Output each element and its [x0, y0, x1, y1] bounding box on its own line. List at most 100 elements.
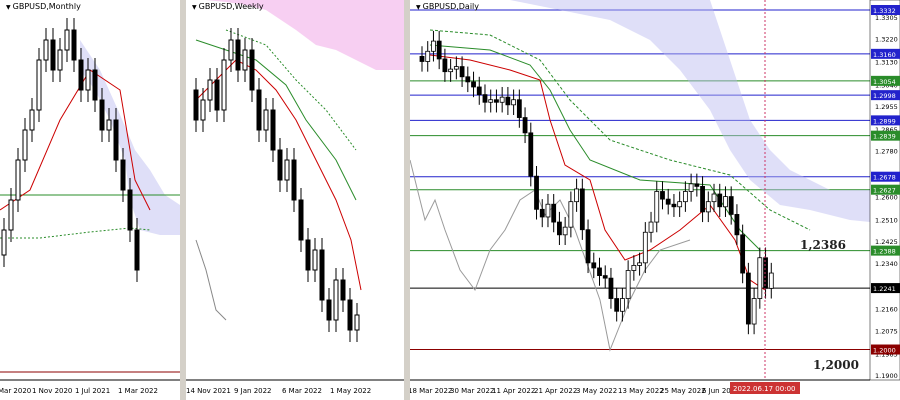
level-price-label: 1.2627 — [873, 187, 896, 195]
level-price-label: 1.2241 — [873, 285, 896, 293]
candle-body — [43, 39, 49, 61]
candle-body — [249, 49, 255, 91]
price-tick-label: 1.1900 — [875, 372, 898, 380]
candle-body — [22, 129, 28, 161]
candle-body — [442, 58, 448, 73]
candle-body — [505, 96, 511, 106]
candle-body — [8, 199, 14, 231]
level-price-label: 1.2899 — [873, 117, 896, 125]
candle-body — [620, 298, 625, 312]
candle-body — [214, 79, 220, 111]
level-price-label: 1.2678 — [873, 174, 896, 182]
candle-body — [92, 69, 98, 101]
candle-body — [284, 159, 290, 181]
candle-body — [448, 68, 454, 73]
candle-body — [545, 203, 551, 218]
daily-cloud — [510, 0, 900, 225]
candle-body — [340, 279, 346, 301]
candle-body — [298, 199, 304, 241]
daily-chart: 1.33051.32201.31301.30401.29551.28651.27… — [410, 0, 900, 395]
candle-body — [694, 183, 700, 187]
candle-body — [291, 159, 297, 201]
candle-body — [200, 99, 206, 121]
candle-body — [242, 49, 248, 71]
price-tick-label: 1.3305 — [875, 14, 898, 22]
price-tick-label: 1.2955 — [875, 103, 898, 111]
candle-body — [740, 234, 746, 274]
level-price-label: 1.2839 — [873, 133, 896, 141]
weekly-candles — [193, 28, 360, 342]
candle-body — [50, 39, 56, 71]
candle-body — [354, 314, 360, 331]
level-price-label: 1.3054 — [873, 78, 896, 86]
candle-body — [459, 66, 465, 78]
candle-body — [734, 214, 740, 236]
candle-body — [637, 262, 642, 266]
candle-body — [78, 59, 84, 91]
level-price-label: 1.3160 — [873, 51, 896, 59]
weekly-chart-panel[interactable]: 14 Nov 2021 9 Jan 2022 6 Mar 2022 1 May … — [186, 0, 404, 400]
candle-body — [471, 81, 476, 88]
candle-body — [745, 272, 751, 325]
panel-title: ▼ GBPUSD,Monthly — [6, 2, 81, 11]
candle-body — [29, 109, 35, 131]
weekly-kijun — [195, 39, 357, 201]
candle-body — [228, 39, 234, 61]
daily-x-labels: 18 Mar 202230 Mar 202211 Apr 202221 Apr … — [410, 387, 740, 395]
x-tick-label: 18 Mar 2022 — [410, 387, 452, 395]
x-tick-label: 25 May 2022 — [660, 387, 706, 395]
candle-body — [221, 59, 227, 111]
candle-body — [608, 277, 614, 299]
x-tick-label: 14 Nov 2021 — [186, 387, 231, 395]
candle-body — [263, 109, 269, 131]
x-tick-label: 13 May 2022 — [618, 387, 664, 395]
price-tick-label: 1.3130 — [875, 58, 898, 66]
candle-body — [99, 99, 105, 131]
monthly-chart-panel[interactable]: Mar 2020 1 Nov 2020 1 Jul 2021 1 Mar 202… — [0, 0, 180, 400]
candle-body — [534, 175, 539, 210]
candle-body — [688, 183, 694, 192]
candle-body — [654, 191, 660, 223]
daily-chart-panel[interactable]: 1.33051.32201.31301.30401.29551.28651.27… — [410, 0, 900, 400]
dropdown-triangle-icon: ▼ — [6, 4, 11, 11]
candle-body — [682, 191, 688, 203]
candle-body — [728, 196, 734, 215]
candle-body — [516, 99, 522, 118]
x-tick-label: 21 Apr 2022 — [534, 387, 577, 395]
candle-body — [134, 229, 140, 271]
weekly-chart: 14 Nov 2021 9 Jan 2022 6 Mar 2022 1 May … — [186, 0, 404, 395]
candle-body — [425, 50, 431, 62]
candle-body — [551, 203, 557, 223]
candle-body — [436, 40, 442, 60]
price-tick-label: 1.2075 — [875, 327, 898, 335]
candle-body — [522, 117, 528, 134]
candle-body — [539, 208, 545, 218]
x-tick-label: 9 Jan 2022 — [234, 387, 272, 395]
panel-title: ▼ GBPUSD,Daily — [416, 2, 480, 11]
candle-body — [677, 201, 683, 208]
candle-body — [574, 188, 579, 203]
candle-body — [319, 249, 325, 301]
monthly-chart: Mar 2020 1 Nov 2020 1 Jul 2021 1 Mar 202… — [0, 18, 180, 395]
candle-body — [482, 94, 488, 103]
candle-body — [602, 275, 608, 279]
weekly-chikou — [195, 239, 227, 321]
candle-body — [494, 99, 499, 103]
candle-body — [768, 272, 774, 289]
price-tick-label: 1.3220 — [875, 36, 898, 44]
candle-body — [333, 279, 339, 321]
candle-body — [431, 40, 436, 52]
candle-body — [453, 66, 459, 70]
x-tick-label: 11 Apr 2022 — [492, 387, 535, 395]
daily-chikou — [410, 159, 691, 352]
price-tick-label: 1.2510 — [875, 217, 898, 225]
candle-body — [660, 191, 665, 200]
candle-body — [235, 39, 241, 71]
candle-body — [631, 264, 637, 271]
candle-body — [665, 198, 671, 205]
candle-body — [625, 270, 631, 299]
annotation-lower-level: 1,2000 — [813, 358, 859, 372]
level-price-label: 1.2998 — [873, 92, 896, 100]
candle-body — [585, 229, 591, 264]
candle-body — [700, 185, 705, 213]
